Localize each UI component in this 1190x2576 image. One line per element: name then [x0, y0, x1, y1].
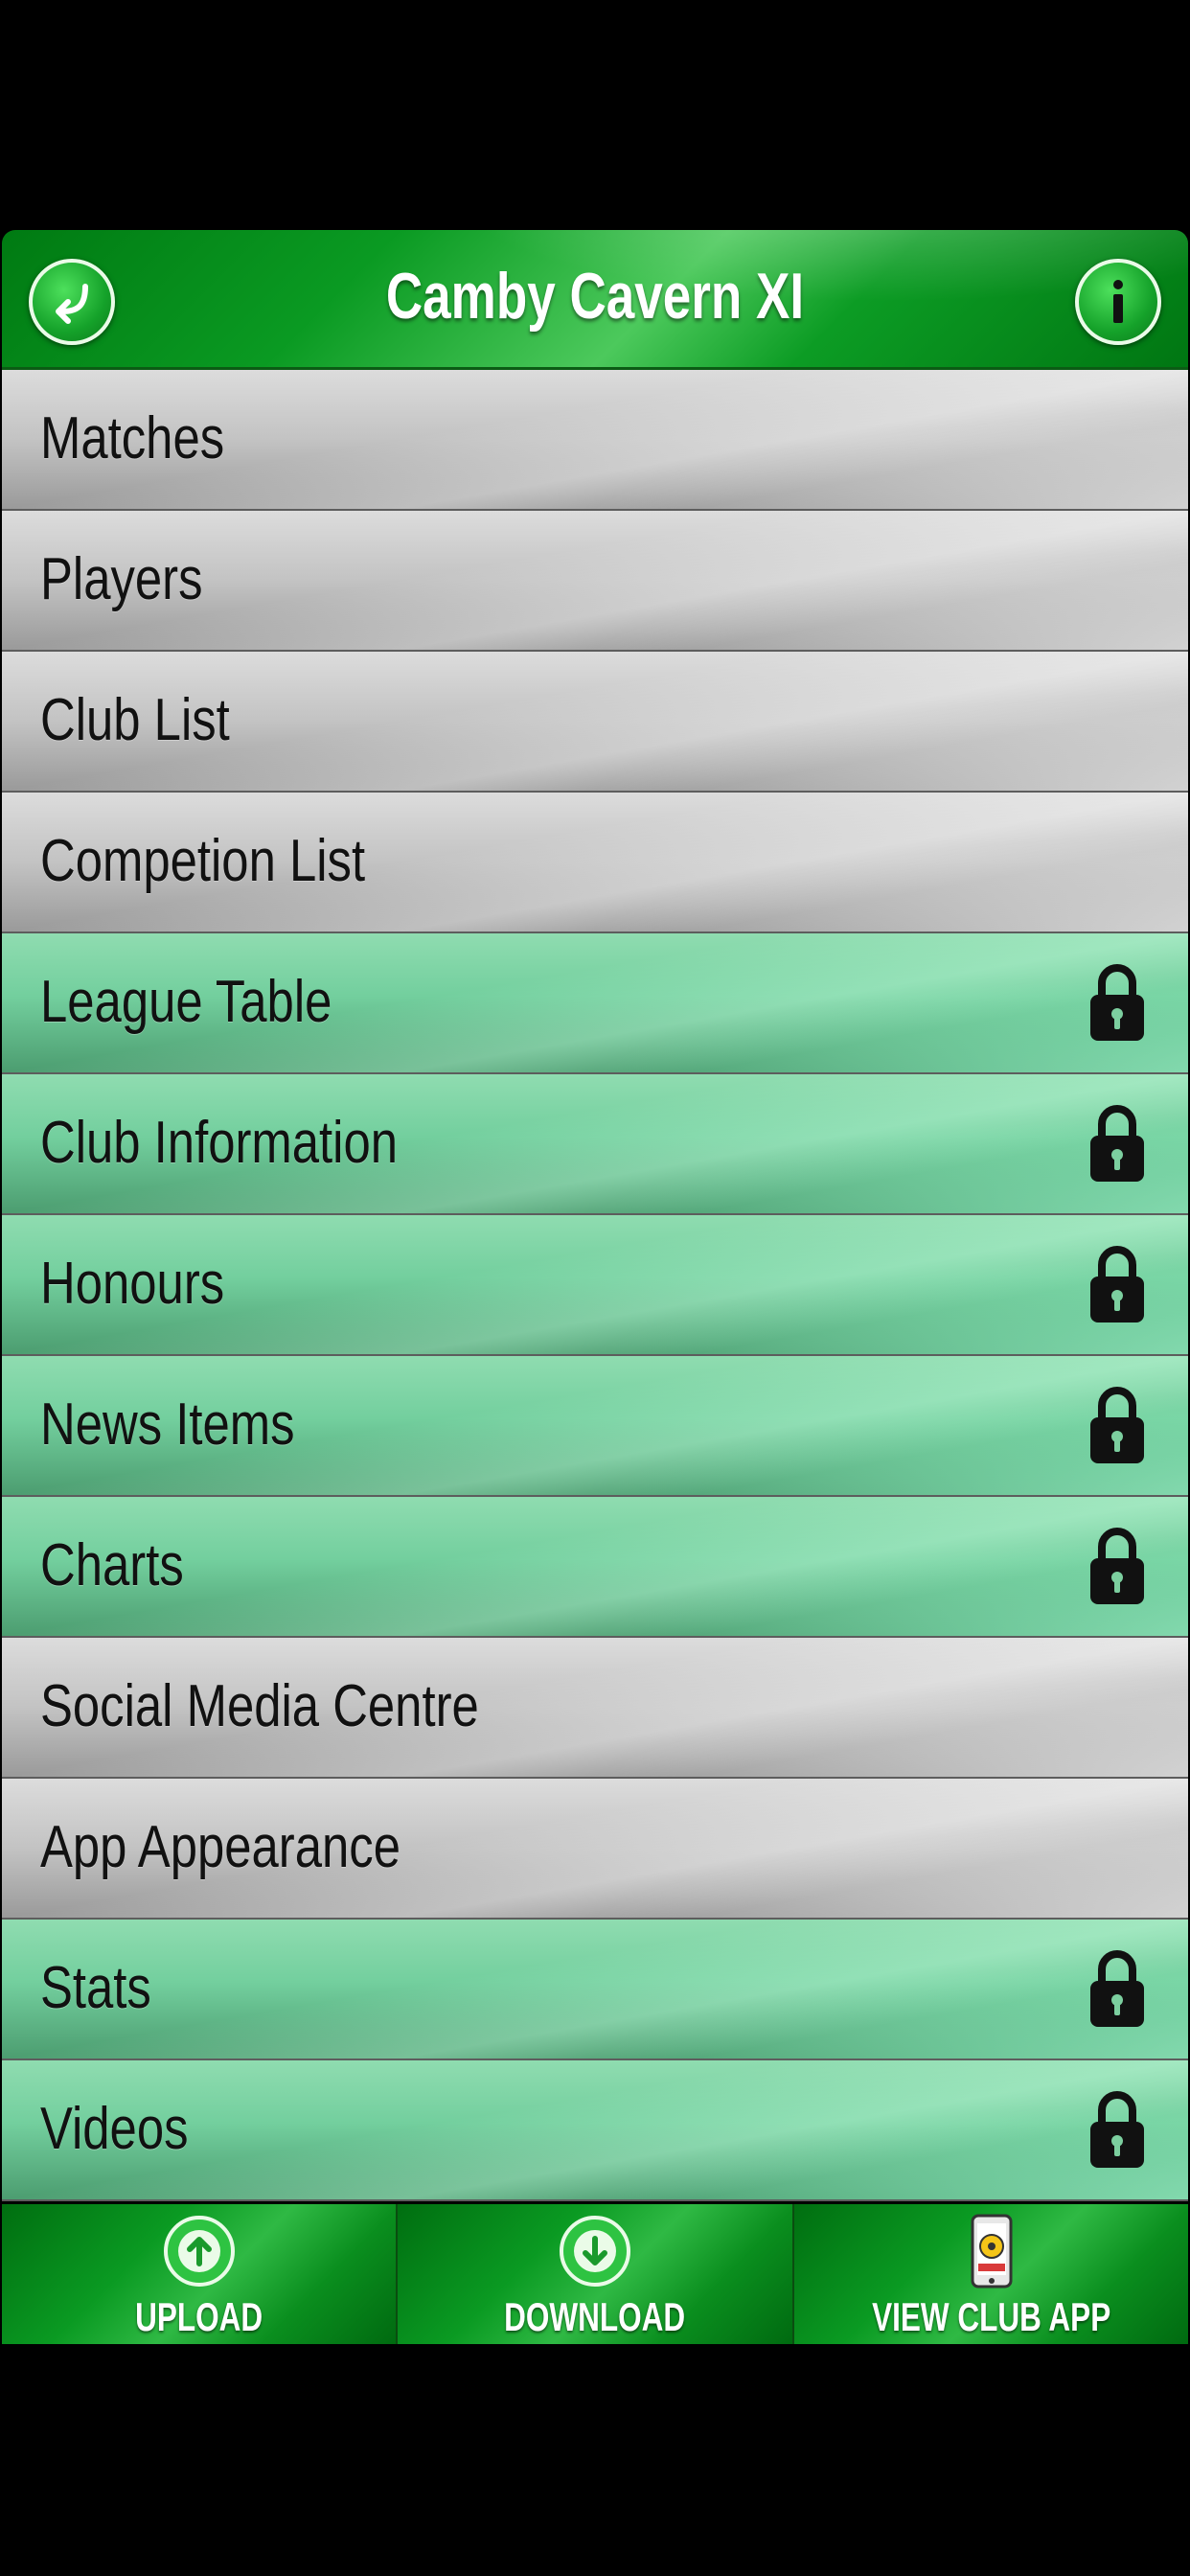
lock-icon — [1090, 1387, 1144, 1463]
download-label: DOWNLOAD — [504, 2294, 686, 2339]
phone-app-icon — [971, 2214, 1013, 2288]
menu-item-news-items[interactable]: News Items — [2, 1356, 1188, 1497]
menu-item-label: Videos — [40, 2096, 189, 2162]
menu-item-label: Club List — [40, 687, 230, 753]
menu-item-stats[interactable]: Stats — [2, 1920, 1188, 2060]
header-bar: Camby Cavern XI — [2, 230, 1188, 370]
info-button[interactable] — [1075, 259, 1161, 345]
menu-item-label: Competion List — [40, 828, 366, 894]
lock-icon — [1090, 2091, 1144, 2168]
upload-icon — [163, 2216, 235, 2287]
back-arrow-icon — [56, 284, 88, 324]
menu-item-honours[interactable]: Honours — [2, 1215, 1188, 1356]
menu-item-league-table[interactable]: League Table — [2, 933, 1188, 1074]
download-button[interactable]: DOWNLOAD — [398, 2204, 794, 2344]
lock-icon — [1090, 964, 1144, 1041]
back-button[interactable] — [29, 259, 115, 345]
menu-item-label: News Items — [40, 1392, 295, 1458]
menu-item-app-appearance[interactable]: App Appearance — [2, 1779, 1188, 1920]
menu-item-label: Matches — [40, 405, 225, 472]
row-sheen — [2, 1920, 1188, 2058]
menu-item-label: App Appearance — [40, 1814, 400, 1880]
menu-item-label: Social Media Centre — [40, 1673, 479, 1739]
upload-button[interactable]: UPLOAD — [2, 2204, 399, 2344]
menu-item-videos[interactable]: Videos — [2, 2060, 1188, 2201]
page-title: Camby Cavern XI — [385, 260, 805, 333]
upload-label: UPLOAD — [135, 2294, 263, 2339]
bottom-toolbar: UPLOAD DOWNLOAD VIEW CLUB APP — [2, 2204, 1188, 2344]
view-club-app-label: VIEW CLUB APP — [871, 2294, 1110, 2339]
app-screen: Camby Cavern XI Matches Players Club List C… — [0, 230, 1190, 2344]
lock-icon — [1090, 1246, 1144, 1322]
menu-item-label: Players — [40, 546, 203, 612]
menu-item-label: League Table — [40, 969, 332, 1035]
menu-item-matches[interactable]: Matches — [2, 370, 1188, 511]
lock-icon — [1090, 1950, 1144, 2027]
download-icon — [559, 2216, 630, 2287]
menu-item-label: Charts — [40, 1532, 184, 1598]
menu-item-label: Club Information — [40, 1110, 399, 1176]
menu-item-label: Honours — [40, 1251, 225, 1317]
info-icon — [1113, 280, 1123, 323]
menu-item-social-media-centre[interactable]: Social Media Centre — [2, 1638, 1188, 1779]
menu-item-club-information[interactable]: Club Information — [2, 1074, 1188, 1215]
menu-item-competion-list[interactable]: Competion List — [2, 793, 1188, 933]
menu-list: Matches Players Club List Competion List Lea… — [0, 370, 1190, 2201]
lock-icon — [1090, 1528, 1144, 1604]
menu-item-club-list[interactable]: Club List — [2, 652, 1188, 793]
lock-icon — [1090, 1105, 1144, 1182]
view-club-app-button[interactable]: VIEW CLUB APP — [793, 2204, 1188, 2344]
menu-item-label: Stats — [40, 1955, 151, 2021]
menu-item-charts[interactable]: Charts — [2, 1497, 1188, 1638]
menu-item-players[interactable]: Players — [2, 511, 1188, 652]
